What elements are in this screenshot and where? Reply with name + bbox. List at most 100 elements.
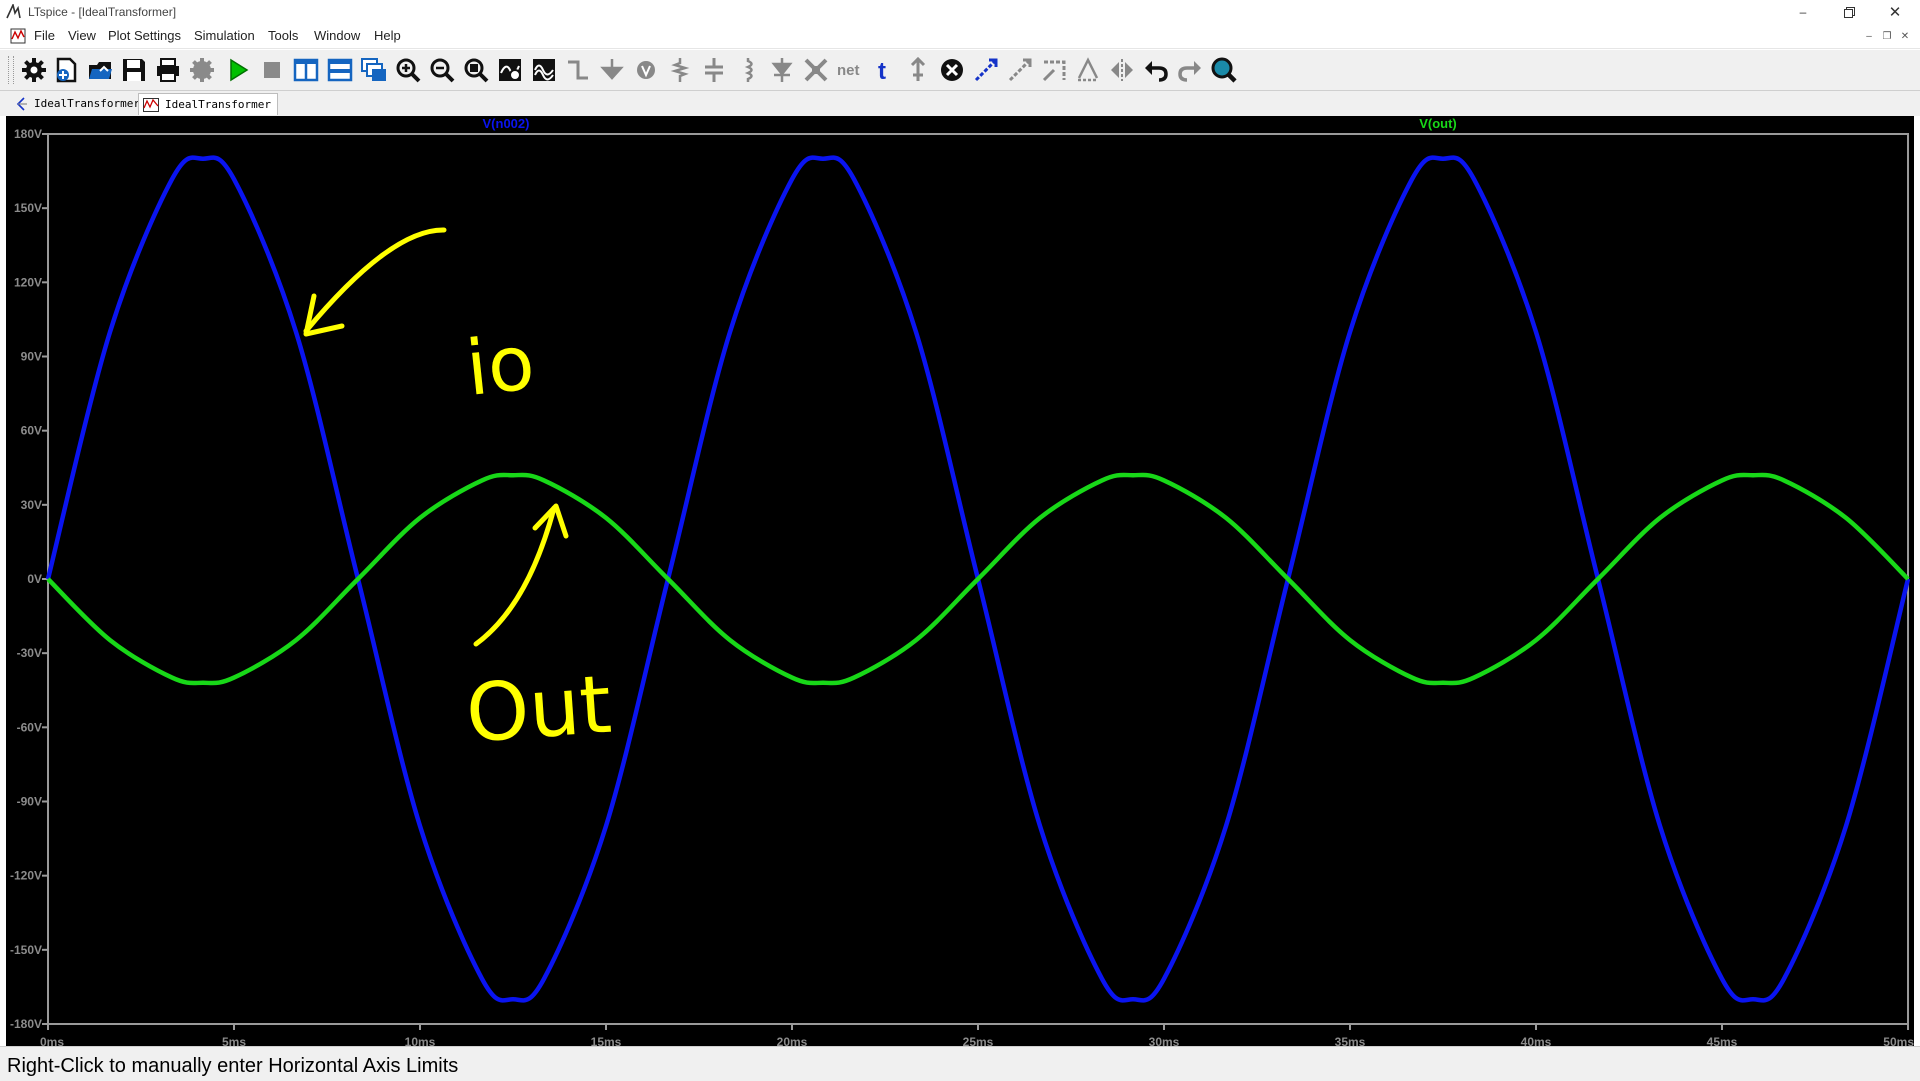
- inductor-button[interactable]: [732, 54, 764, 86]
- menu-tools[interactable]: Tools: [268, 28, 298, 43]
- mirror-button[interactable]: [1072, 54, 1104, 86]
- halt-icon: [264, 62, 280, 78]
- inductor-icon: [744, 58, 753, 82]
- zoom-in-button[interactable]: [392, 54, 424, 86]
- diode-icon: [771, 58, 793, 82]
- tab-schematic[interactable]: IdealTransformer: [10, 93, 146, 114]
- ltspice-app-icon: [6, 4, 21, 19]
- y-tick-label: -150V: [10, 943, 42, 957]
- save-icon: [123, 59, 145, 81]
- menu-view[interactable]: View: [68, 28, 96, 43]
- component-button[interactable]: [800, 54, 832, 86]
- print-icon: [157, 58, 179, 82]
- net-label-button[interactable]: net: [834, 54, 866, 86]
- tab-waveform-label: IdealTransformer: [165, 98, 271, 111]
- open-button[interactable]: [84, 54, 116, 86]
- rotate-button[interactable]: [1038, 54, 1070, 86]
- y-tick-label: 120V: [14, 275, 42, 289]
- waveform-icon: [533, 59, 555, 81]
- zoom-out-button[interactable]: [426, 54, 458, 86]
- zoom-out-icon: [430, 58, 455, 83]
- status-text: Right-Click to manually enter Horizontal…: [7, 1055, 459, 1077]
- diode-button[interactable]: [766, 54, 798, 86]
- capacitor-button[interactable]: [698, 54, 730, 86]
- settings-button[interactable]: [18, 54, 50, 86]
- y-tick-label: 30V: [21, 498, 42, 512]
- menu-plot-settings[interactable]: Plot Settings: [108, 28, 181, 43]
- ground-button[interactable]: [596, 54, 628, 86]
- x-axis[interactable]: 0ms 5ms 10ms 15ms 20ms 25ms 30ms 35ms 40ms 45ms 50…: [40, 1024, 1914, 1046]
- run-button[interactable]: [222, 54, 254, 86]
- undo-button[interactable]: [1140, 54, 1172, 86]
- trace-label[interactable]: V(n002): [483, 116, 530, 131]
- menu-window[interactable]: Window: [314, 28, 360, 43]
- y-tick-label: 180V: [14, 127, 42, 141]
- voltage-source-icon: [637, 61, 655, 79]
- menu-file[interactable]: File: [34, 28, 55, 43]
- mdi-minimize-button[interactable]: –: [1862, 30, 1876, 44]
- title-bar: LTspice - [IdealTransformer] – ✕: [0, 0, 1920, 24]
- flip-button[interactable]: [1106, 54, 1138, 86]
- zoom-in-icon: [396, 58, 421, 83]
- x-tick-label: 50ms: [1883, 1035, 1914, 1046]
- capacitor-icon: [705, 58, 723, 82]
- redo-icon: [1178, 61, 1201, 82]
- print-button[interactable]: [152, 54, 184, 86]
- waveform-doc-icon[interactable]: [10, 28, 26, 44]
- cascade-button[interactable]: [358, 54, 390, 86]
- move-button[interactable]: [970, 54, 1002, 86]
- toolbar-grip[interactable]: [8, 56, 14, 84]
- annotation-io-arrow: [303, 227, 447, 334]
- annotation-io-text: io: [462, 317, 539, 413]
- svg-text:net: net: [837, 62, 860, 79]
- mdi-restore-button[interactable]: ❐: [1880, 30, 1894, 44]
- redo-button[interactable]: [1174, 54, 1206, 86]
- halt-button[interactable]: [256, 54, 288, 86]
- autorange-icon: [499, 59, 521, 81]
- trace-label[interactable]: V(out): [1419, 116, 1457, 131]
- y-tick-label: 90V: [21, 350, 42, 364]
- move-icon: [974, 58, 998, 82]
- menu-help[interactable]: Help: [374, 28, 401, 43]
- gear-icon: [22, 58, 46, 82]
- x-tick-label: 20ms: [777, 1035, 808, 1046]
- annotation-out-arrow: [473, 505, 557, 647]
- waveform-button[interactable]: [528, 54, 560, 86]
- autorange-button[interactable]: [494, 54, 526, 86]
- menu-simulation[interactable]: Simulation: [194, 28, 255, 43]
- tile-vertical-button[interactable]: [290, 54, 322, 86]
- trace-v-out[interactable]: [46, 472, 1910, 686]
- trace-labels: V(n002) V(out): [483, 116, 1457, 131]
- ground-icon: [600, 59, 624, 80]
- new-schematic-button[interactable]: [50, 54, 82, 86]
- waveform-plot[interactable]: 180V 150V 120V 90V 60V 30V 0V -30V -60V -90V -120V…: [6, 116, 1914, 1046]
- wire-button[interactable]: [562, 54, 594, 86]
- resistor-button[interactable]: [664, 54, 696, 86]
- spice-directive-button[interactable]: [902, 54, 934, 86]
- find-button[interactable]: [1208, 54, 1240, 86]
- drag-button[interactable]: [1004, 54, 1036, 86]
- component-icon: [804, 58, 828, 82]
- control-panel-button[interactable]: [186, 54, 218, 86]
- voltage-source-button[interactable]: [630, 54, 662, 86]
- y-tick-label: -120V: [10, 869, 42, 883]
- delete-button[interactable]: [936, 54, 968, 86]
- y-axis[interactable]: 180V 150V 120V 90V 60V 30V 0V -30V -60V -90V -120V…: [10, 127, 48, 1031]
- close-button[interactable]: ✕: [1872, 0, 1918, 24]
- tab-waveform[interactable]: IdealTransformer: [138, 93, 278, 115]
- control-panel-icon: [190, 58, 214, 82]
- minimize-button[interactable]: –: [1780, 0, 1826, 24]
- tile-horizontal-button[interactable]: [324, 54, 356, 86]
- zoom-fit-button[interactable]: [460, 54, 492, 86]
- menu-bar: File View Plot Settings Simulation Tools…: [0, 24, 1920, 49]
- restore-button[interactable]: [1826, 0, 1872, 24]
- save-button[interactable]: [118, 54, 150, 86]
- zoom-fit-icon: [464, 58, 489, 83]
- mdi-close-button[interactable]: ✕: [1898, 30, 1912, 44]
- restore-icon: [1843, 6, 1855, 18]
- text-button[interactable]: t: [868, 54, 900, 86]
- y-tick-label: 60V: [21, 424, 42, 438]
- x-tick-label: 40ms: [1521, 1035, 1552, 1046]
- x-tick-label: 15ms: [591, 1035, 622, 1046]
- spice-directive-icon: [910, 56, 926, 81]
